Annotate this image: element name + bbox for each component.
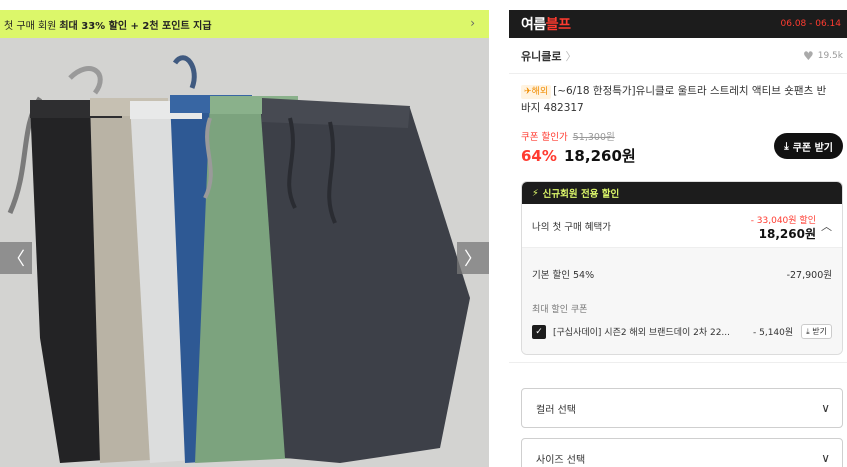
gallery-prev-button[interactable]: 〈 [0,242,32,274]
get-coupon-button[interactable]: ⤓ 쿠폰 받기 [774,133,843,159]
max-coupon-label: 최대 할인 쿠폰 [532,305,588,315]
color-select-placeholder: 컬러 선택 [536,404,576,416]
benefit-detail: 기본 할인 54% -27,900원 최대 할인 쿠폰 ✓ [구십사데이] 시즌… [522,248,842,354]
product-gallery: 첫 구매 회원 최대 33% 할인 + 2천 포인트 지급 › 〈 〉 [0,10,489,467]
product-title: [~6/18 한정특가]유니클로 울트라 스트레치 액티브 숏팬츠 반바지 48… [521,85,827,114]
benefit-header-label: 신규회원 전용 할인 [542,189,620,200]
gallery-next-button[interactable]: 〉 [457,242,489,274]
coupon-name: [구십사데이] 시즌2 해외 브랜드데이 2차 22... [553,328,731,338]
coupon-checkbox[interactable]: ✓ [532,324,546,339]
chevron-right-icon: › [470,16,475,30]
brand-row: 유니클로 〉 ♥ 19.5k [509,38,847,74]
base-discount-row: 기본 할인 54% -27,900원 [532,248,832,281]
original-price: 51,300원 [572,132,615,143]
product-photo [0,38,489,467]
coupon-price-label: 쿠폰 할인가 [521,132,568,143]
final-price: 18,260원 [564,147,636,165]
price-area: 쿠폰 할인가 51,300원 64% 18,260원 ⤓ 쿠폰 받기 [509,117,847,177]
like-button[interactable]: ♥ 19.5k [803,49,843,63]
event-dates: 06.08 - 06.14 [780,19,842,29]
size-select-placeholder: 사이즈 선택 [536,454,586,466]
chevron-down-icon: ∨ [821,451,830,465]
overseas-tag: ✈해외 [521,85,552,99]
like-count: 19.5k [817,50,843,61]
first-purchase-price: 18,260원 [758,227,816,241]
color-select[interactable]: 컬러 선택 ∨ [521,388,843,428]
event-title-highlight: 블프 [545,17,571,33]
first-purchase-row[interactable]: 나의 첫 구매 혜택가 - 33,040원 할인 18,260원 ︿ [522,204,842,248]
download-icon: ⤓ [784,140,789,152]
size-select[interactable]: 사이즈 선택 ∨ [521,438,843,467]
base-discount-value: -27,900원 [786,270,832,281]
get-coupon-label: 쿠폰 받기 [792,142,833,154]
chevron-down-icon: ∨ [821,401,830,415]
coupon-amount: - 5,140원 [753,328,794,338]
banner-highlight: 최대 33% 할인 + 2천 포인트 지급 [59,20,212,32]
section-divider [509,362,847,363]
brand-link[interactable]: 유니클로 〉 [521,48,576,64]
chevron-right-icon: 〉 [565,49,577,63]
coupon-get-button[interactable]: ⤓ 받기 [801,324,832,339]
event-banner[interactable]: 여름블프 06.08 - 06.14 [509,10,847,38]
new-member-benefit-box: ⚡ 신규회원 전용 할인 나의 첫 구매 혜택가 - 33,040원 할인 18… [521,181,843,355]
base-discount-label: 기본 할인 54% [532,270,595,281]
benefit-header: ⚡ 신규회원 전용 할인 [522,182,842,204]
lightning-icon: ⚡ [532,187,539,199]
coupon-row: ✓ [구십사데이] 시즌2 해외 브랜드데이 2차 22... - 5,140원… [532,324,832,339]
event-title-main: 여름 [521,17,546,33]
download-icon: ⤓ [806,327,810,336]
event-title: 여름블프 [521,14,571,34]
brand-name: 유니클로 [521,49,562,63]
chevron-up-icon[interactable]: ︿ [821,218,832,234]
chevron-right-icon: 〉 [464,249,482,270]
chevron-left-icon: 〈 [7,249,25,270]
product-info-panel: 여름블프 06.08 - 06.14 유니클로 〉 ♥ 19.5k ✈해외 [~6/… [509,10,847,467]
coupon-get-label: 받기 [812,327,827,336]
banner-prefix: 첫 구매 회원 [4,20,57,32]
product-title-block: ✈해외 [~6/18 한정특가]유니클로 울트라 스트레치 액티브 숏팬츠 반바지… [509,74,847,117]
discount-rate: 64% [521,147,557,165]
heart-icon: ♥ [802,48,814,63]
first-purchase-label: 나의 첫 구매 혜택가 [532,222,611,233]
first-purchase-banner[interactable]: 첫 구매 회원 최대 33% 할인 + 2천 포인트 지급 › [0,10,489,38]
